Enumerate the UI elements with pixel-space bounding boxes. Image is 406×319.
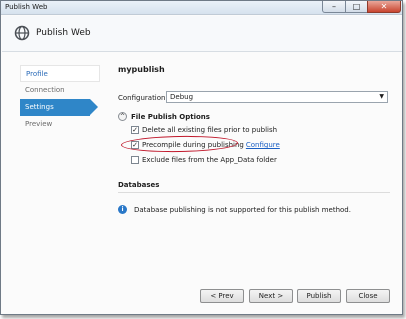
configuration-select[interactable]: Debug ▼ bbox=[166, 91, 388, 103]
databases-divider bbox=[118, 192, 390, 193]
highlight-ellipse bbox=[120, 134, 239, 154]
close-button[interactable]: Close bbox=[346, 289, 390, 303]
window-title: Publish Web bbox=[5, 3, 48, 11]
dialog-title: Publish Web bbox=[36, 28, 91, 38]
collapse-chevron-icon[interactable]: ^ bbox=[118, 112, 127, 121]
close-window-button[interactable]: ✕ bbox=[367, 1, 401, 13]
nav-item-preview[interactable]: Preview bbox=[20, 116, 100, 133]
maximize-icon: □ bbox=[352, 2, 361, 11]
exclude-app-data-checkbox[interactable] bbox=[131, 156, 139, 164]
configure-link[interactable]: Configure bbox=[246, 141, 280, 149]
prev-button[interactable]: < Prev bbox=[200, 289, 244, 303]
file-publish-title: File Publish Options bbox=[131, 112, 210, 121]
wizard-nav: Profile Connection Settings Preview bbox=[20, 65, 100, 133]
configuration-label: Configuration: bbox=[118, 94, 168, 102]
nav-item-profile[interactable]: Profile bbox=[20, 65, 100, 82]
minimize-button[interactable]: – bbox=[322, 1, 346, 13]
configuration-value: Debug bbox=[170, 93, 194, 101]
info-icon: i bbox=[118, 205, 127, 214]
nav-item-connection[interactable]: Connection bbox=[20, 82, 100, 99]
option-exclude-app-data[interactable]: Exclude files from the App_Data folder bbox=[131, 156, 277, 164]
databases-title: Databases bbox=[118, 181, 160, 189]
maximize-button[interactable]: □ bbox=[345, 1, 368, 13]
delete-existing-label: Delete all existing files prior to publi… bbox=[142, 126, 278, 134]
globe-icon bbox=[14, 25, 30, 41]
publish-button[interactable]: Publish bbox=[297, 289, 341, 303]
profile-name: mypublish bbox=[118, 65, 165, 74]
exclude-app-data-label: Exclude files from the App_Data folder bbox=[142, 156, 277, 164]
close-icon: ✕ bbox=[380, 2, 388, 11]
dropdown-arrow-icon: ▼ bbox=[379, 93, 384, 100]
next-button[interactable]: Next > bbox=[249, 289, 293, 303]
publish-web-window: Publish Web – □ ✕ Publish Web Profile Co… bbox=[0, 0, 403, 315]
option-delete-existing[interactable]: ✓ Delete all existing files prior to pub… bbox=[131, 126, 277, 134]
title-bar[interactable]: Publish Web – □ ✕ bbox=[1, 1, 402, 15]
databases-info: i Database publishing is not supported f… bbox=[118, 205, 351, 214]
nav-item-settings[interactable]: Settings bbox=[20, 99, 98, 116]
file-publish-header: ^ File Publish Options bbox=[118, 112, 210, 121]
minimize-icon: – bbox=[332, 2, 336, 11]
delete-existing-checkbox[interactable]: ✓ bbox=[131, 126, 139, 134]
dialog-header: Publish Web bbox=[2, 16, 402, 52]
databases-info-text: Database publishing is not supported for… bbox=[134, 205, 351, 214]
